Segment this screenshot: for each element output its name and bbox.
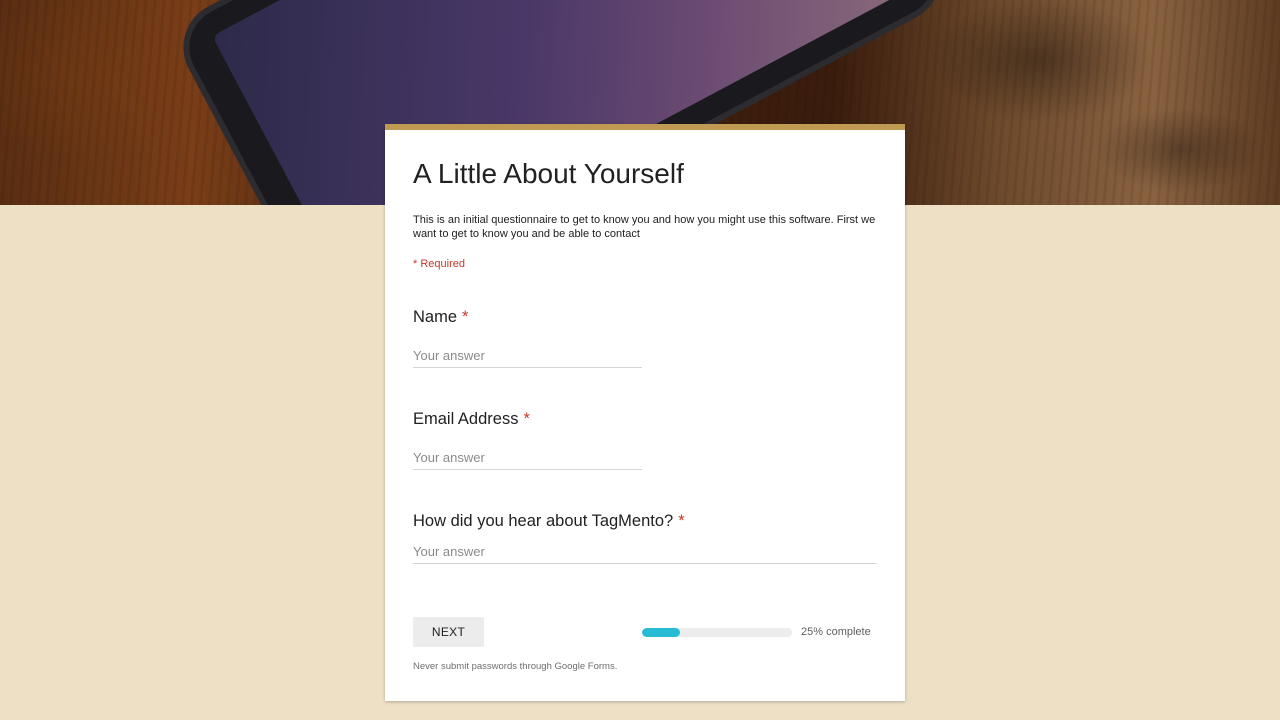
next-button[interactable]: NEXT <box>413 617 484 647</box>
progress-bar-fill <box>642 628 680 637</box>
form-title: A Little About Yourself <box>413 158 684 189</box>
name-input[interactable] <box>413 348 642 368</box>
required-star: * <box>462 308 469 326</box>
source-input[interactable] <box>413 544 877 564</box>
password-warning: Never submit passwords through Google Fo… <box>413 661 618 672</box>
form-description: This is an initial questionnaire to get … <box>413 214 876 240</box>
required-note: * Required <box>413 258 465 270</box>
progress-bar <box>642 628 792 637</box>
email-input[interactable] <box>413 450 642 470</box>
progress-label: 25% complete <box>801 626 871 638</box>
question-label-text: Email Address <box>413 410 519 428</box>
required-star: * <box>678 512 685 530</box>
question-label-text: Name <box>413 308 458 326</box>
question-name-label: Name * <box>413 308 468 327</box>
question-email-label: Email Address * <box>413 410 530 429</box>
question-source-label: How did you hear about TagMento? * <box>413 512 685 531</box>
form-card: A Little About Yourself This is an initi… <box>385 124 905 701</box>
required-star: * <box>523 410 530 428</box>
question-label-text: How did you hear about TagMento? <box>413 512 674 530</box>
